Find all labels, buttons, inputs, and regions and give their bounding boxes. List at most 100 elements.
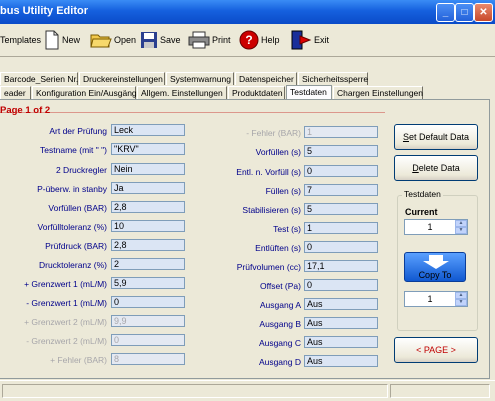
current-label: Current — [405, 207, 438, 217]
spin-down-icon[interactable]: ▼ — [455, 227, 467, 234]
label-ausgang-a: Ausgang A — [259, 300, 301, 310]
page-separator — [0, 112, 385, 113]
exit-door-icon — [291, 30, 312, 50]
window-title: bus Utility Editor — [0, 5, 88, 17]
tab-chargen-einstellungen[interactable]: Chargen Einstellungen — [333, 86, 423, 99]
field-ausgang-a[interactable]: Aus — [304, 298, 378, 310]
label-ausgang-d: Ausgang D — [258, 357, 301, 367]
label-offset: Offset (Pa) — [260, 281, 301, 291]
field-vorfuellen-s[interactable]: 5 — [304, 145, 378, 157]
field-offset[interactable]: 0 — [304, 279, 378, 291]
label-stabilisieren: Stabilisieren (s) — [242, 205, 301, 215]
label-pruefdruck: Prüfdruck (BAR) — [45, 241, 107, 251]
field-drucktoleranz[interactable]: 2 — [111, 258, 185, 270]
label-entl-n-vorfuell: Entl. n. Vorfüll (s) — [236, 167, 301, 177]
label-drucktoleranz: Drucktoleranz (%) — [38, 260, 107, 270]
label-2-druckregler: 2 Druckregler — [55, 165, 107, 175]
set-default-label: et Default Data — [408, 132, 470, 142]
spin-up-icon[interactable]: ▲ — [455, 292, 467, 299]
help-button[interactable]: ? Help — [239, 28, 280, 52]
label-art-der-pruefung: Art der Prüfung — [49, 126, 107, 136]
exit-label: Exit — [314, 35, 330, 45]
label-fuellen: Füllen (s) — [265, 186, 301, 196]
title-bar: bus Utility Editor _ □ ✕ — [0, 0, 495, 24]
copy-to-button[interactable]: Copy To — [404, 252, 466, 282]
print-button[interactable]: Print — [188, 28, 231, 52]
field-art-der-pruefung[interactable]: Leck — [111, 124, 185, 136]
save-button[interactable]: Save — [140, 28, 181, 52]
label-test: Test (s) — [273, 224, 301, 234]
label-plus-fehler: + Fehler (BAR) — [50, 355, 107, 365]
field-testname[interactable]: "KRV" — [111, 143, 185, 155]
status-cell-right — [390, 384, 490, 398]
page-nav-button[interactable]: < PAGE > — [394, 337, 478, 363]
field-test[interactable]: 1 — [304, 222, 378, 234]
templates-button[interactable]: Templates — [0, 28, 41, 52]
copy-to-label: Copy To — [418, 270, 452, 280]
tab-allgem-einstellungen[interactable]: Allgem. Einstellungen — [137, 86, 227, 99]
field-minus-grenzwert-1[interactable]: 0 — [111, 296, 185, 308]
copy-target-spinner[interactable]: 1 ▲ ▼ — [404, 291, 468, 307]
tab-testdaten[interactable]: Testdaten — [286, 85, 332, 100]
field-stabilisieren[interactable]: 5 — [304, 203, 378, 215]
tab-konfiguration[interactable]: Konfiguration Ein/Ausgänge — [32, 86, 141, 99]
tab-barcode[interactable]: Barcode_Serien Nr. — [0, 72, 78, 85]
label-minus-grenzwert-1: - Grenzwert 1 (mL/M) — [26, 298, 107, 308]
field-ausgang-d[interactable]: Aus — [304, 355, 378, 367]
field-pruefvolumen[interactable]: 17,1 — [304, 260, 378, 272]
label-pruefvolumen: Prüfvolumen (cc) — [236, 262, 301, 272]
tab-datenspeicher[interactable]: Datenspeicher — [235, 72, 297, 85]
current-value: 1 — [427, 222, 433, 232]
delete-label: elete Data — [418, 163, 460, 173]
exit-button[interactable]: Exit — [290, 28, 329, 52]
tab-druckereinstellungen[interactable]: Druckereinstellungen — [79, 72, 165, 85]
field-pruefdruck[interactable]: 2,8 — [111, 239, 185, 251]
new-button[interactable]: New — [44, 28, 80, 52]
tab-sicherheitssperre[interactable]: Sicherheitssperre — [298, 72, 368, 85]
spin-up-icon[interactable]: ▲ — [455, 220, 467, 227]
maximize-button[interactable]: □ — [455, 3, 474, 22]
floppy-disk-icon — [141, 32, 157, 48]
toolbar: Templates New Open Save Print ? Help Exi… — [0, 24, 495, 57]
field-plus-grenzwert-1[interactable]: 5,9 — [111, 277, 185, 289]
field-2-druckregler[interactable]: Nein — [111, 163, 185, 175]
templates-label: Templates — [0, 35, 42, 45]
field-ausgang-c[interactable]: Aus — [304, 336, 378, 348]
open-label: Open — [114, 35, 137, 45]
label-minus-fehler: - Fehler (BAR) — [246, 128, 301, 138]
arrow-down-icon — [423, 255, 449, 269]
status-cell-main — [2, 384, 388, 398]
label-testname: Testname (mit " ") — [40, 145, 107, 155]
open-folder-icon — [90, 34, 112, 48]
current-spinner[interactable]: 1 ▲ ▼ — [404, 219, 468, 235]
tab-reader[interactable]: eader — [0, 86, 31, 99]
field-fuellen[interactable]: 7 — [304, 184, 378, 196]
field-p-ueberw[interactable]: Ja — [111, 182, 185, 194]
help-label: Help — [261, 35, 280, 45]
spin-down-icon[interactable]: ▼ — [455, 299, 467, 306]
tab-systemwarnung[interactable]: Systemwarnung — [166, 72, 234, 85]
field-vorfuellen-bar[interactable]: 2,8 — [111, 201, 185, 213]
field-minus-fehler: 1 — [304, 126, 378, 138]
print-label: Print — [212, 35, 231, 45]
field-plus-fehler: 8 — [111, 353, 185, 365]
label-vorfuelltoleranz: Vorfülltoleranz (%) — [37, 222, 107, 232]
field-entl-n-vorfuell[interactable]: 0 — [304, 165, 378, 177]
open-button[interactable]: Open — [90, 28, 136, 52]
field-vorfuelltoleranz[interactable]: 10 — [111, 220, 185, 232]
delete-data-button[interactable]: Delete Data — [394, 155, 478, 181]
set-default-data-button[interactable]: Set Default Data — [394, 124, 478, 150]
field-plus-grenzwert-2: 9,9 — [111, 315, 185, 327]
tab-produktdaten[interactable]: Produktdaten — [228, 86, 285, 99]
svg-text:?: ? — [245, 33, 252, 47]
field-entlueften[interactable]: 0 — [304, 241, 378, 253]
printer-icon — [188, 31, 210, 49]
field-ausgang-b[interactable]: Aus — [304, 317, 378, 329]
label-vorfuellen-bar: Vorfüllen (BAR) — [48, 203, 107, 213]
close-button[interactable]: ✕ — [474, 3, 493, 22]
label-plus-grenzwert-2: + Grenzwert 2 (mL/M) — [24, 317, 107, 327]
minimize-button[interactable]: _ — [436, 3, 455, 22]
help-icon: ? — [239, 30, 259, 50]
field-minus-grenzwert-2: 0 — [111, 334, 185, 346]
label-plus-grenzwert-1: + Grenzwert 1 (mL/M) — [24, 279, 107, 289]
